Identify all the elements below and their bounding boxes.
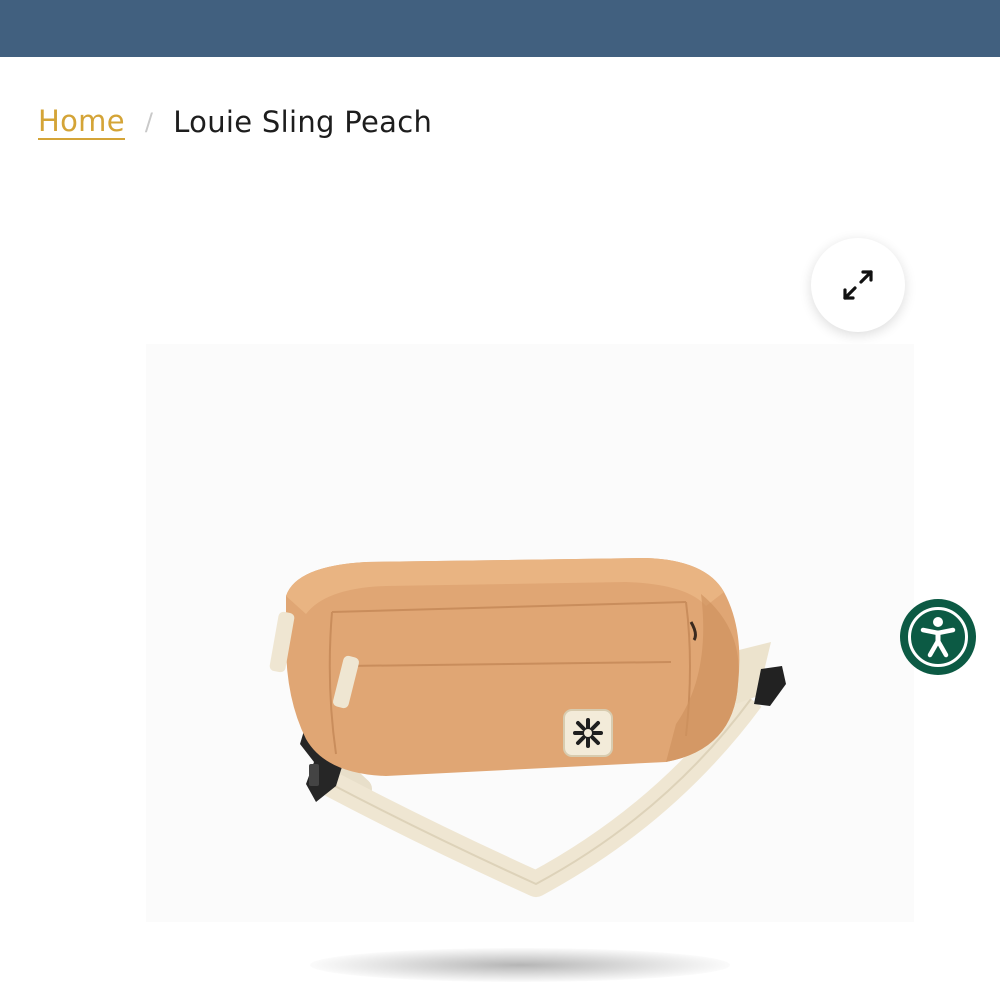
breadcrumb-separator: / <box>144 108 154 136</box>
breadcrumb-home-link[interactable]: Home <box>38 104 125 140</box>
product-image[interactable] <box>146 344 914 922</box>
product-shadow <box>310 948 730 982</box>
expand-image-button[interactable] <box>811 238 905 332</box>
breadcrumb-current-page: Louie Sling Peach <box>173 105 433 139</box>
accessibility-ring <box>908 607 968 667</box>
accessibility-person-icon <box>920 617 956 658</box>
accessibility-button[interactable] <box>900 599 976 675</box>
breadcrumb: Home / Louie Sling Peach <box>38 100 432 144</box>
sling-bag-illustration <box>269 558 786 897</box>
expand-arrows-icon <box>843 270 873 300</box>
top-header-bar <box>0 0 1000 57</box>
